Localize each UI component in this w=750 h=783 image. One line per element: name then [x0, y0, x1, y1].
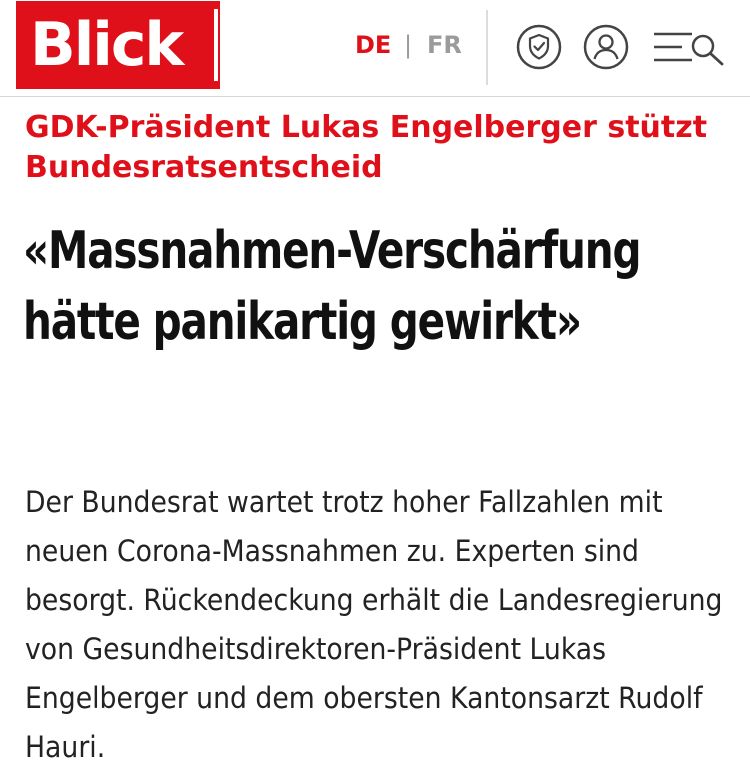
language-separator: | [404, 31, 413, 59]
user-account-icon[interactable] [583, 24, 629, 70]
article-lead: Der Bundesrat wartet trotz hoher Fallzah… [25, 485, 723, 764]
language-fr-link[interactable]: FR [427, 30, 462, 60]
menu-search-icon[interactable] [652, 24, 726, 70]
blick-logo[interactable]: Blick [16, 1, 220, 89]
shield-check-icon[interactable] [516, 24, 562, 70]
logo-bar [214, 9, 218, 81]
header-divider [486, 10, 488, 85]
site-header: Blick DE | FR [0, 0, 750, 97]
article-title[interactable]: «Massnahmen-Verschärfung hätte panikarti… [23, 216, 725, 358]
article-kicker[interactable]: GDK-Präsident Lukas Engelberger stützt B… [25, 108, 725, 188]
language-de-link[interactable]: DE [355, 30, 391, 60]
logo-text: Blick [30, 10, 184, 80]
